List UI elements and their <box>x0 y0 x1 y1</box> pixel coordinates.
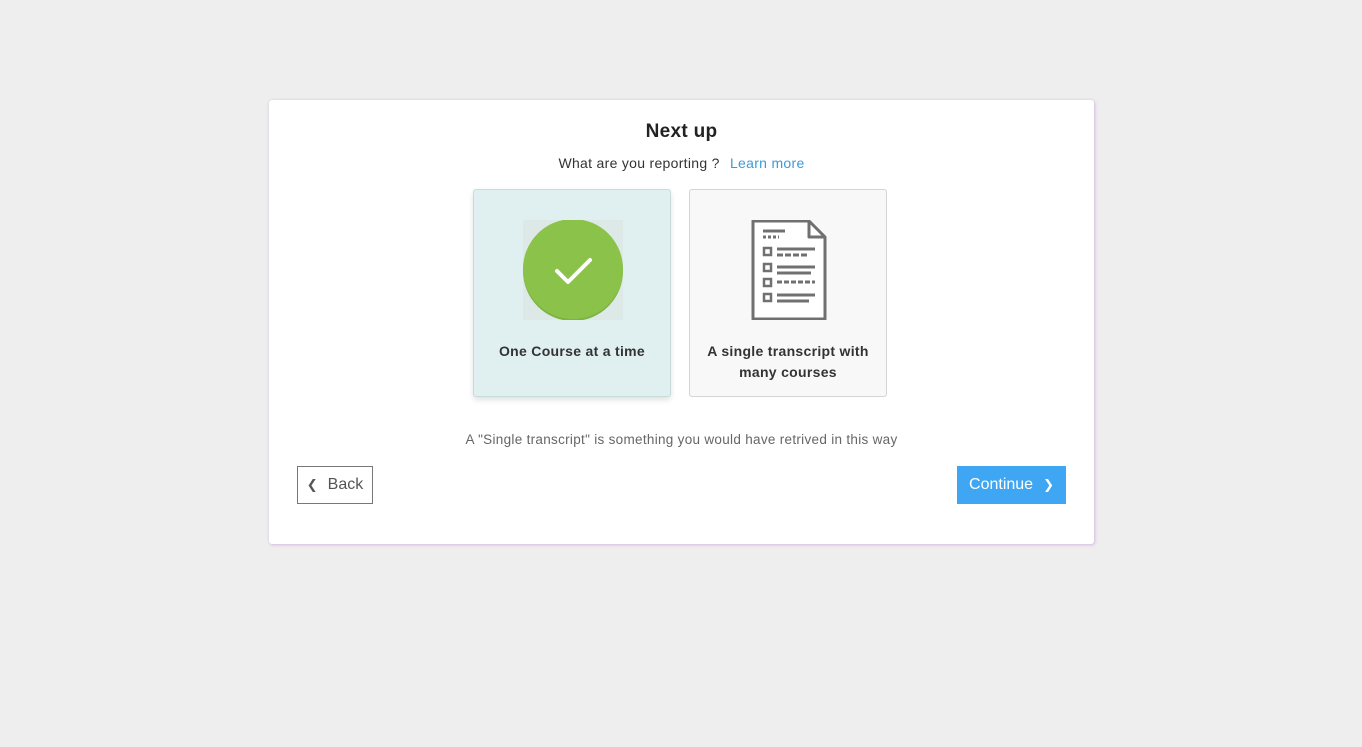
continue-button[interactable]: Continue ❯ <box>957 466 1066 504</box>
back-button[interactable]: ❮ Back <box>297 466 373 504</box>
learn-more-link[interactable]: Learn more <box>730 155 805 171</box>
transcript-note: A "Single transcript" is something you w… <box>465 432 898 447</box>
continue-label: Continue <box>969 476 1034 493</box>
subtitle: What are you reporting ? Learn more <box>269 155 1094 171</box>
check-circle-icon <box>523 219 623 321</box>
option-single-transcript[interactable]: A single transcript with many courses <box>689 189 887 397</box>
question-text: What are you reporting ? <box>558 155 720 171</box>
chevron-left-icon: ❮ <box>306 477 318 492</box>
option-label: One Course at a time <box>498 343 646 359</box>
document-checklist-icon <box>739 219 839 321</box>
option-label: A single transcript with many courses <box>707 343 869 380</box>
report-type-card: Next up What are you reporting ? Learn m… <box>269 100 1094 544</box>
page-title: Next up <box>645 121 718 142</box>
chevron-right-icon: ❯ <box>1043 477 1054 492</box>
back-label: Back <box>327 476 364 493</box>
option-one-course[interactable]: One Course at a time <box>473 189 671 397</box>
